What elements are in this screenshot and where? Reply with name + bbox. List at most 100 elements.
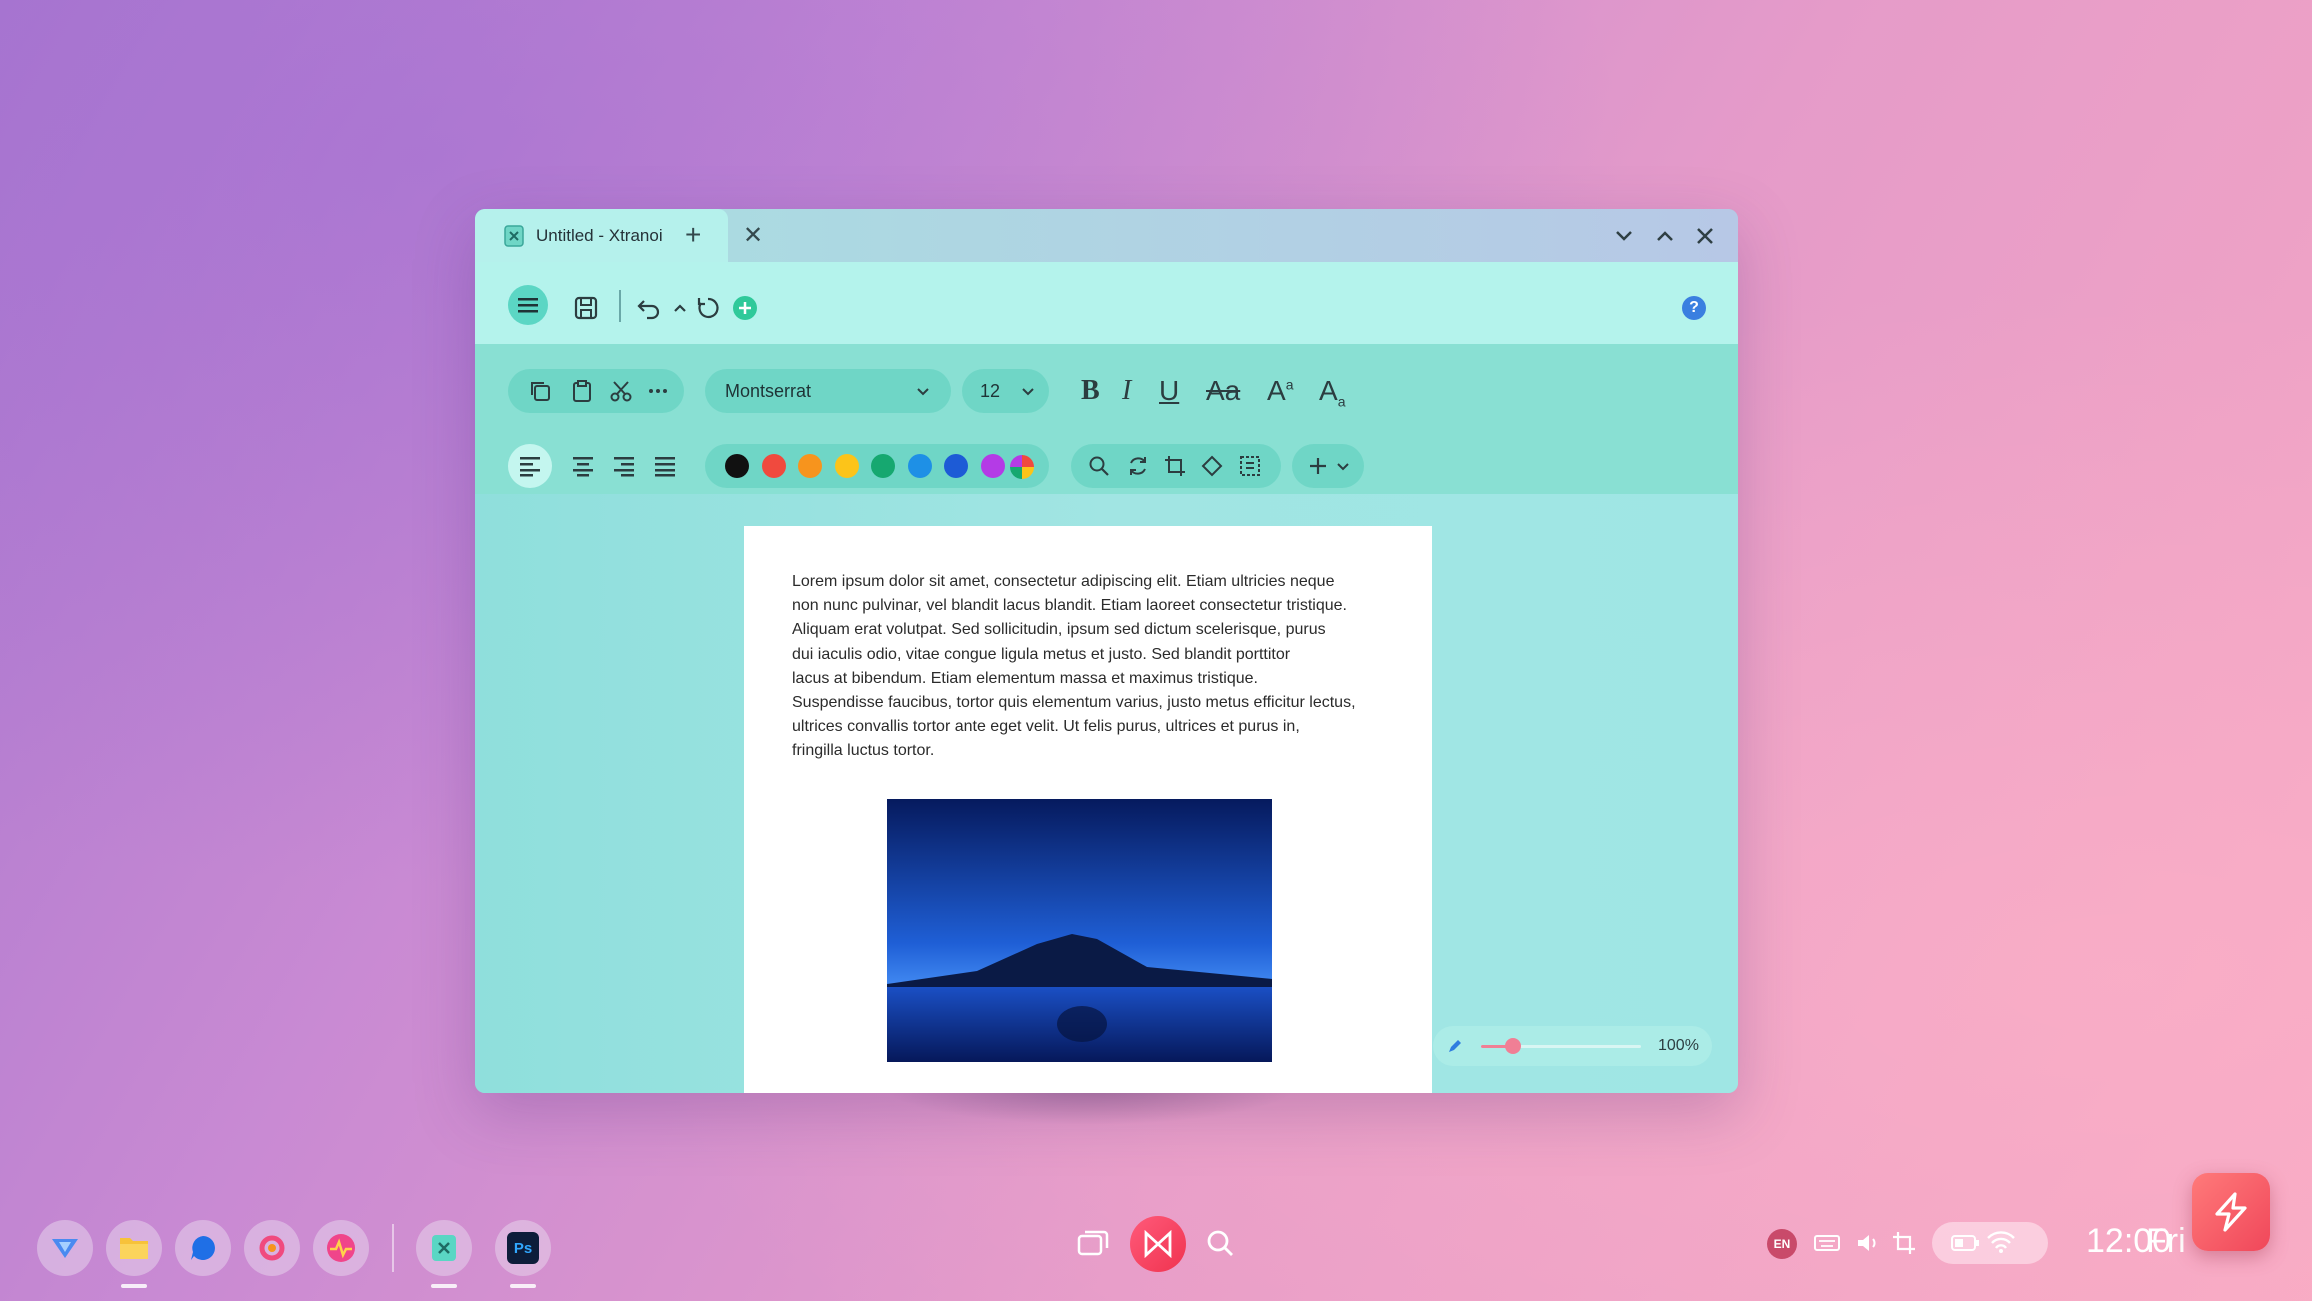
main-toolbar: ? [475, 262, 1738, 344]
windows-icon[interactable] [1076, 1228, 1110, 1258]
bold-button[interactable]: B [1081, 377, 1100, 405]
crop-icon[interactable] [1164, 455, 1186, 477]
align-justify-icon[interactable] [653, 455, 677, 477]
dock-chat[interactable] [175, 1220, 231, 1276]
dock-divider [392, 1224, 394, 1272]
language-indicator[interactable]: EN [1767, 1229, 1797, 1259]
zoom-slider-thumb[interactable] [1505, 1038, 1521, 1054]
format-toolbar: Montserrat 12 B I U Aa Aa Aa [475, 344, 1738, 494]
dock-indicator [510, 1284, 536, 1288]
color-swatch[interactable] [798, 454, 822, 478]
strikethrough-button[interactable]: Aa [1206, 377, 1240, 405]
dock-pinwheel[interactable] [244, 1220, 300, 1276]
photoshop-icon: Ps [507, 1232, 539, 1264]
plus-icon [1310, 458, 1326, 474]
paste-icon[interactable] [570, 379, 594, 403]
copy-icon[interactable] [528, 379, 552, 403]
tab-title: Untitled - Xtranoi [536, 225, 663, 245]
font-family-value: Montserrat [725, 380, 812, 401]
chevron-down-icon [1022, 388, 1034, 396]
save-icon[interactable] [573, 295, 599, 321]
zoom-icon[interactable] [1088, 455, 1110, 477]
zoom-slider[interactable] [1481, 1038, 1641, 1054]
dock-photoshop[interactable]: Ps [495, 1220, 551, 1276]
menu-button[interactable] [508, 285, 548, 325]
chat-icon [191, 1236, 215, 1260]
color-swatch[interactable] [761, 454, 786, 478]
color-swatch[interactable] [871, 454, 895, 478]
document-app-icon [432, 1235, 456, 1261]
document-page[interactable]: Lorem ipsum dolor sit amet, consectetur … [744, 526, 1432, 1093]
font-size-value: 12 [980, 380, 1001, 401]
align-center-icon[interactable] [571, 455, 595, 477]
color-swatch[interactable] [944, 454, 968, 478]
align-left-icon[interactable] [518, 455, 542, 477]
add-circle-icon[interactable] [732, 295, 758, 321]
corner-app-button[interactable] [2192, 1173, 2270, 1251]
chevron-down-icon [917, 388, 929, 396]
help-icon[interactable]: ? [1682, 296, 1706, 320]
minimize-button[interactable] [1611, 223, 1637, 249]
keyboard-icon[interactable] [1813, 1232, 1841, 1254]
text-line[interactable]: fringilla luctus tortor. [792, 739, 1402, 763]
align-right-icon[interactable] [612, 455, 636, 477]
new-tab-button[interactable]: + [685, 219, 701, 251]
browser-icon [52, 1239, 78, 1258]
superscript-button[interactable]: Aa [1267, 375, 1293, 407]
maximize-button[interactable] [1652, 223, 1678, 249]
color-swatch[interactable] [834, 454, 859, 478]
select-icon[interactable] [1239, 455, 1261, 477]
launcher-button[interactable] [1130, 1216, 1186, 1272]
document-canvas: Lorem ipsum dolor sit amet, consectetur … [475, 494, 1738, 1093]
zoom-value: 100% [1658, 1037, 1699, 1054]
color-swatch[interactable] [725, 454, 749, 478]
text-line[interactable]: dui iaculis odio, vitae congue ligula me… [792, 643, 1402, 667]
chevron-down-icon [1337, 463, 1349, 471]
editor-window: Untitled - Xtranoi + ✕ ? Montserrat 12 B… [475, 209, 1738, 1093]
text-line[interactable]: lacus at bibendum. Etiam elementum massa… [792, 667, 1402, 691]
zoom-control: 100% [1433, 1026, 1712, 1066]
document-tab[interactable]: Untitled - Xtranoi + [475, 209, 728, 262]
screenshot-icon[interactable] [1892, 1231, 1916, 1255]
more-icon[interactable] [646, 379, 670, 403]
rotate-icon[interactable] [1127, 455, 1149, 477]
refresh-icon[interactable] [695, 295, 721, 321]
dock-browser[interactable] [37, 1220, 93, 1276]
pinwheel-icon [259, 1235, 285, 1261]
text-line[interactable]: ultrices convallis tortor ante eget veli… [792, 715, 1402, 739]
underline-button[interactable]: U [1159, 377, 1179, 405]
document-text[interactable]: Lorem ipsum dolor sit amet, consectetur … [792, 570, 1402, 764]
search-icon[interactable] [1205, 1228, 1235, 1258]
close-window-button[interactable] [1692, 223, 1718, 249]
color-swatch[interactable] [907, 454, 932, 478]
menu-icon [518, 298, 538, 313]
caret-up-icon[interactable] [667, 295, 693, 321]
text-line[interactable]: Aliquam erat volutpat. Sed sollicitudin,… [792, 618, 1402, 642]
subscript-button[interactable]: Aa [1319, 375, 1345, 410]
font-size-select[interactable]: 12 [962, 369, 1049, 413]
volume-icon[interactable] [1855, 1231, 1881, 1255]
italic-button[interactable]: I [1122, 377, 1131, 405]
activity-icon [327, 1234, 355, 1262]
launcher-icon [1144, 1230, 1172, 1258]
undo-icon[interactable] [636, 295, 662, 321]
close-tab-button[interactable]: ✕ [743, 221, 763, 250]
bolt-icon [2215, 1192, 2247, 1232]
text-line[interactable]: non nunc pulvinar, vel blandit lacus bla… [792, 594, 1402, 618]
text-line[interactable]: Suspendisse faucibus, tortor quis elemen… [792, 691, 1402, 715]
dock-editor[interactable] [416, 1220, 472, 1276]
dock-indicator [431, 1284, 457, 1288]
folder-icon [120, 1238, 148, 1259]
scissors-icon[interactable] [609, 379, 633, 403]
mountain-photo[interactable] [887, 799, 1272, 1062]
pen-icon[interactable] [1446, 1038, 1463, 1055]
dock-indicator [121, 1284, 147, 1288]
font-family-select[interactable]: Montserrat [705, 369, 951, 413]
dock-files[interactable] [106, 1220, 162, 1276]
shape-icon[interactable] [1201, 455, 1223, 477]
color-wheel-icon[interactable] [1009, 454, 1035, 480]
clock-day[interactable]: Fri [2146, 1222, 2186, 1261]
text-line[interactable]: Lorem ipsum dolor sit amet, consectetur … [792, 570, 1402, 594]
color-swatch[interactable] [980, 454, 1005, 478]
dock-activity[interactable] [313, 1220, 369, 1276]
